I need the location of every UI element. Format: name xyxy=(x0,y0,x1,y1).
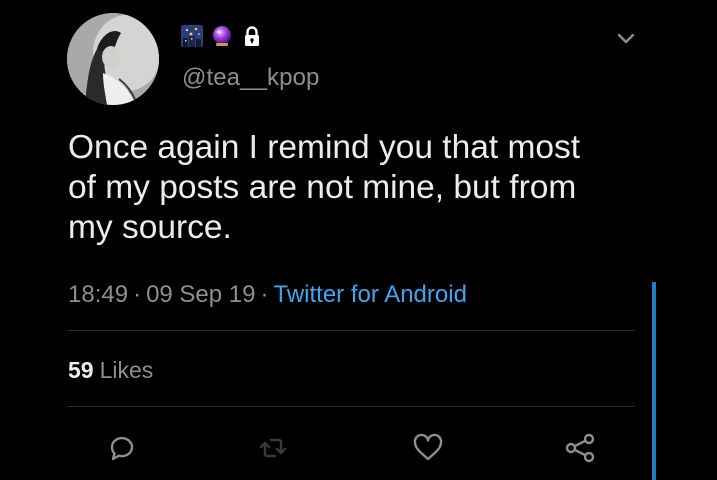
meta-separator: · xyxy=(133,281,142,308)
lock-icon xyxy=(241,25,263,47)
divider xyxy=(67,330,635,331)
chevron-down-icon[interactable] xyxy=(612,26,640,50)
tweet-card: @tea__kpop Once again I remind you that … xyxy=(0,0,717,480)
divider xyxy=(67,406,635,407)
tweet-meta: 18:49 · 09 Sep 19 · Twitter for Android xyxy=(68,281,467,309)
likes-stat[interactable]: 59 Likes xyxy=(68,357,153,384)
tweet-source-link[interactable]: Twitter for Android xyxy=(274,281,467,308)
reply-icon[interactable] xyxy=(104,430,140,466)
like-icon[interactable] xyxy=(410,430,446,466)
likes-count: 59 xyxy=(68,357,94,383)
display-name-row xyxy=(181,23,263,49)
share-icon[interactable] xyxy=(562,430,598,466)
tweet-time: 18:49 xyxy=(68,281,129,308)
retweet-icon[interactable] xyxy=(255,430,291,466)
night-city-emoji-icon xyxy=(181,25,203,47)
meta-separator: · xyxy=(260,281,269,308)
action-bar xyxy=(0,430,717,470)
scrollbar[interactable] xyxy=(652,282,656,480)
avatar-photo xyxy=(67,13,159,105)
avatar[interactable] xyxy=(67,13,159,105)
tweet-date: 09 Sep 19 xyxy=(146,281,256,308)
crystal-ball-emoji-icon xyxy=(211,25,233,47)
likes-label: Likes xyxy=(99,357,154,383)
user-handle[interactable]: @tea__kpop xyxy=(182,64,319,92)
tweet-text: Once again I remind you that most of my … xyxy=(68,129,581,246)
